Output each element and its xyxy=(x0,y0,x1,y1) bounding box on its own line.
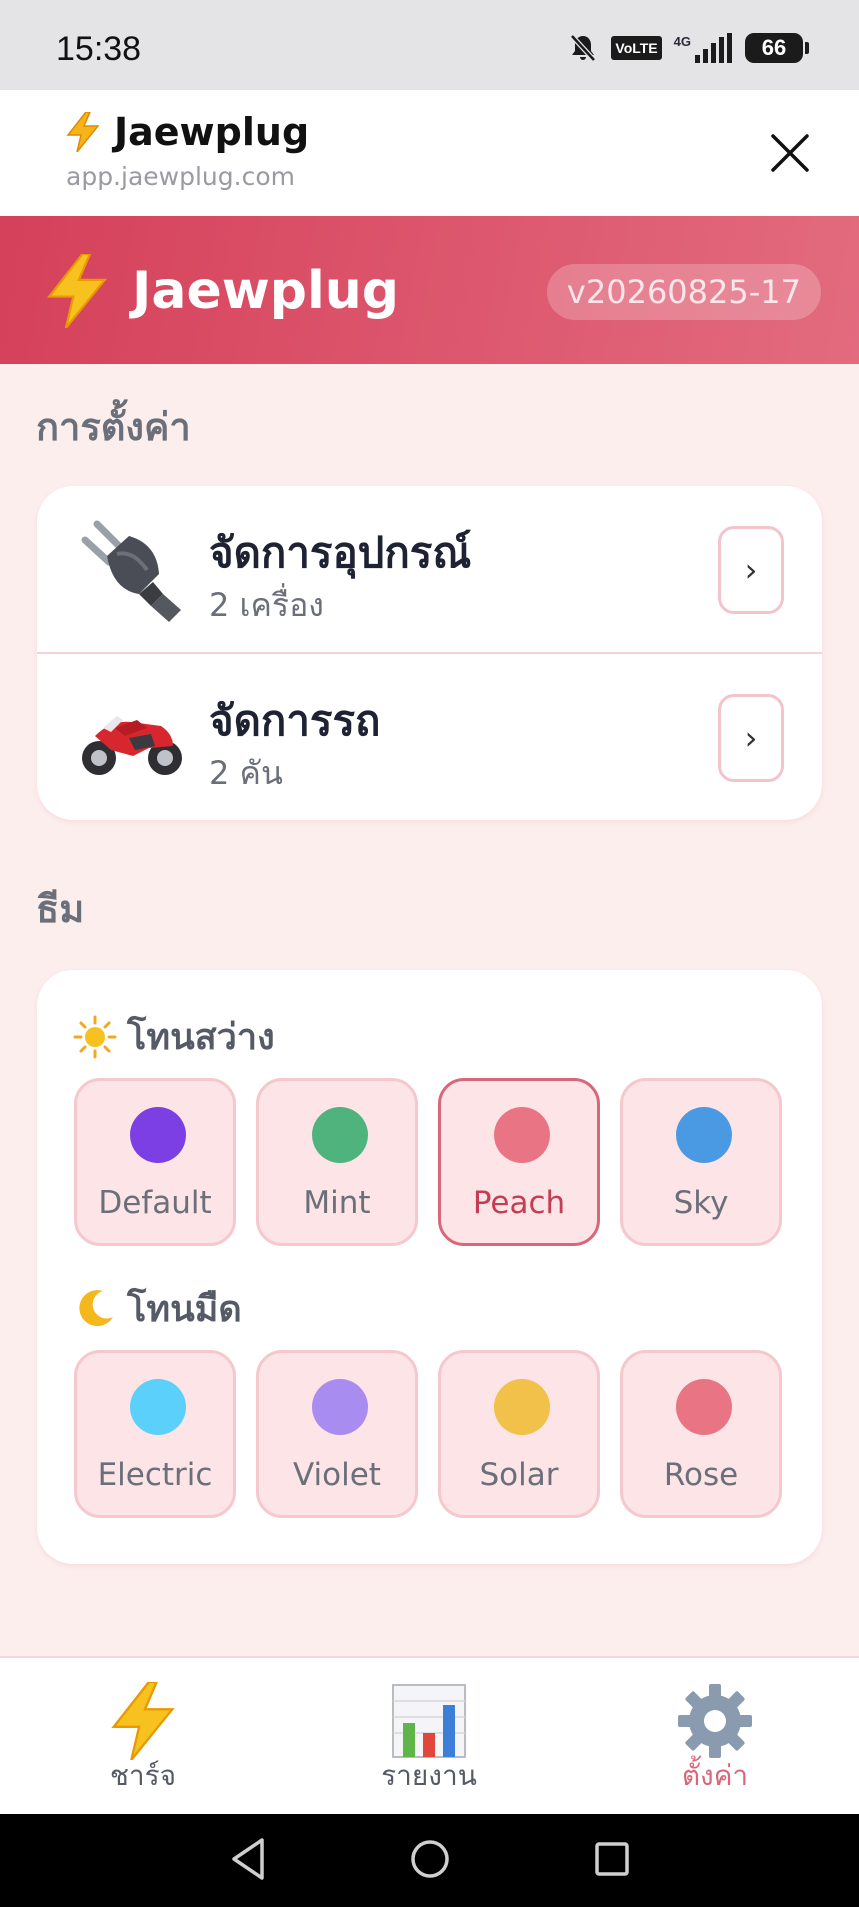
manage-devices-title: จัดการอุปกรณ์ xyxy=(209,528,472,577)
system-navigation-bar xyxy=(0,1814,859,1907)
nav-charge-label: ชาร์จ xyxy=(109,1759,177,1792)
nav-charge[interactable]: ชาร์จ xyxy=(43,1680,243,1798)
plug-icon xyxy=(81,520,181,622)
swatch xyxy=(676,1107,732,1163)
swatch xyxy=(676,1379,732,1435)
theme-option-label: Peach xyxy=(472,1185,566,1221)
theme-option-peach[interactable]: Peach xyxy=(438,1078,600,1246)
swatch xyxy=(130,1379,186,1435)
theme-option-violet[interactable]: Violet xyxy=(256,1350,418,1518)
bottom-nav: ชาร์จ รายงาน ตั้งค่า xyxy=(0,1656,859,1814)
status-bar: 15:38 VoLTE 4G 66 xyxy=(0,0,859,90)
theme-option-mint[interactable]: Mint xyxy=(256,1078,418,1246)
close-icon[interactable] xyxy=(767,130,813,176)
motorcycle-icon xyxy=(82,716,182,775)
nav-report-label: รายงาน xyxy=(381,1759,477,1792)
theme-option-sky[interactable]: Sky xyxy=(620,1078,782,1246)
theme-option-solar[interactable]: Solar xyxy=(438,1350,600,1518)
recents-icon[interactable] xyxy=(592,1836,632,1882)
back-icon[interactable] xyxy=(228,1836,268,1882)
manage-vehicles-chevron-button[interactable]: › xyxy=(718,694,784,782)
browser-header: Jaewplug app.jaewplug.com xyxy=(0,90,859,216)
swatch xyxy=(130,1107,186,1163)
nav-report[interactable]: รายงาน xyxy=(329,1680,529,1798)
settings-card: จัดการอุปกรณ์ 2 เครื่อง › จัดการรถ 2 คัน… xyxy=(37,486,822,820)
bell-muted-icon xyxy=(570,34,597,62)
browser-title: Jaewplug xyxy=(66,110,309,154)
theme-option-label: Sky xyxy=(673,1185,729,1221)
volte-badge: VoLTE xyxy=(611,36,662,60)
app-header: Jaewplug v20260825-17 xyxy=(0,216,859,364)
moon-icon xyxy=(79,1289,113,1326)
lightning-icon xyxy=(111,1682,175,1760)
theme-section-title: ธีม xyxy=(36,887,85,931)
manage-vehicles-title: จัดการรถ xyxy=(209,696,381,745)
nav-settings[interactable]: ตั้งค่า xyxy=(615,1680,815,1798)
swatch xyxy=(312,1379,368,1435)
manage-vehicles-row[interactable]: จัดการรถ 2 คัน › xyxy=(37,654,822,820)
gear-icon xyxy=(678,1684,752,1758)
network-type: 4G xyxy=(674,33,733,63)
theme-option-rose[interactable]: Rose xyxy=(620,1350,782,1518)
bar-chart-icon xyxy=(392,1684,466,1758)
manage-devices-chevron-button[interactable]: › xyxy=(718,526,784,614)
browser-url: app.jaewplug.com xyxy=(66,162,295,191)
lightning-icon xyxy=(66,112,100,152)
theme-card: โทนสว่าง Default Mint Peach Sky โทนมืด E… xyxy=(37,970,822,1564)
manage-vehicles-count: 2 คัน xyxy=(209,754,283,792)
theme-option-label: Electric xyxy=(97,1457,213,1493)
version-badge: v20260825-17 xyxy=(546,264,821,320)
nav-settings-label: ตั้งค่า xyxy=(681,1759,749,1792)
battery-indicator: 66 xyxy=(745,33,809,63)
theme-option-default[interactable]: Default xyxy=(74,1078,236,1246)
settings-section-title: การตั้งค่า xyxy=(36,405,191,449)
theme-option-label: Rose xyxy=(663,1457,739,1493)
sun-icon xyxy=(73,1015,117,1058)
app-title: Jaewplug xyxy=(44,254,399,328)
light-tone-label: โทนสว่าง xyxy=(73,1008,275,1065)
manage-devices-row[interactable]: จัดการอุปกรณ์ 2 เครื่อง › xyxy=(37,486,822,654)
swatch xyxy=(312,1107,368,1163)
theme-option-label: Mint xyxy=(303,1185,371,1221)
status-icons: VoLTE 4G 66 xyxy=(567,32,809,64)
manage-devices-count: 2 เครื่อง xyxy=(209,586,324,624)
status-time: 15:38 xyxy=(56,30,142,68)
dark-tone-label: โทนมืด xyxy=(73,1280,242,1337)
home-icon[interactable] xyxy=(408,1836,452,1882)
swatch xyxy=(494,1107,550,1163)
theme-option-label: Default xyxy=(98,1185,212,1221)
theme-option-electric[interactable]: Electric xyxy=(74,1350,236,1518)
swatch xyxy=(494,1379,550,1435)
lightning-icon xyxy=(46,254,108,328)
signal-icon xyxy=(695,33,732,63)
theme-option-label: Solar xyxy=(479,1457,559,1493)
theme-option-label: Violet xyxy=(293,1457,381,1493)
